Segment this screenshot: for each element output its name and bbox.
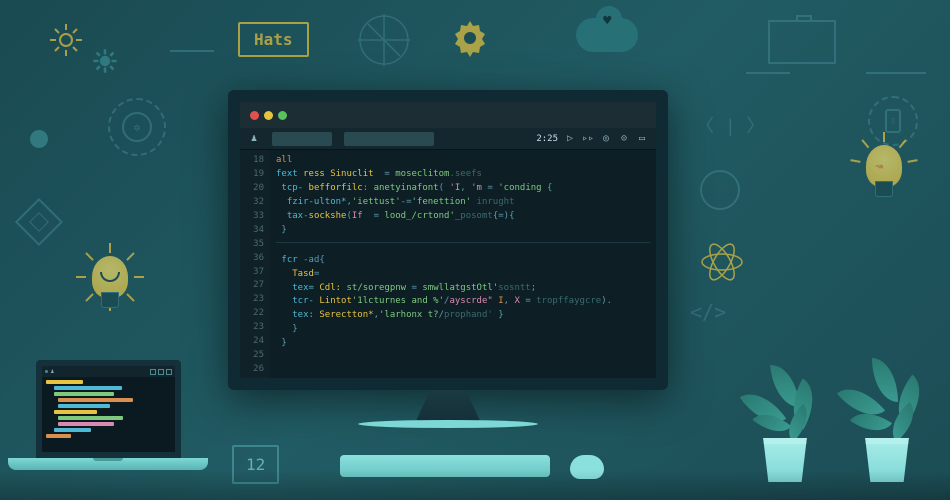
- play-icon: ▷: [564, 133, 576, 145]
- code-editor: 18192032333435363727232223242526 all fex…: [240, 150, 656, 378]
- diamond-icon: [22, 205, 56, 239]
- laptop: ♟: [8, 360, 208, 470]
- monitor-screen: ♟ 2:25 ▷ ▹▹ ◎ ⊝ ▭ 1819203233343536372723…: [228, 90, 668, 390]
- hats-badge: Hats: [238, 22, 309, 57]
- plant-right: [842, 356, 932, 482]
- skip-icon: ▹▹: [582, 133, 594, 145]
- target-icon: [358, 14, 410, 66]
- code-bracket-icon: </>: [690, 300, 726, 324]
- laptop-screen: ♟: [36, 360, 181, 458]
- stop-icon: ⊝: [618, 133, 630, 145]
- lightbulb-smile-icon: [92, 256, 128, 298]
- line-icon-2: [746, 72, 790, 74]
- window-titlebar: [240, 102, 656, 128]
- dashed-circle-icon: ✲: [108, 98, 166, 156]
- card-icon: [768, 20, 836, 64]
- editor-toolbar: ♟ 2:25 ▷ ▹▹ ◎ ⊝ ▭: [240, 128, 656, 150]
- gear-icon: [46, 20, 86, 60]
- refresh-circle-icon: [700, 170, 740, 210]
- lightbulb-chart-icon: ↝: [866, 145, 902, 187]
- line-gutter: 18192032333435363727232223242526: [240, 150, 270, 378]
- clock: 2:25: [536, 134, 558, 144]
- dot-icon: [30, 130, 48, 148]
- record-icon: ◎: [600, 133, 612, 145]
- bracket-icon: 〈 | 〉: [696, 112, 765, 138]
- desktop-monitor: ♟ 2:25 ▷ ▹▹ ◎ ⊝ ▭ 1819203233343536372723…: [228, 90, 668, 430]
- line-icon-3: [170, 50, 214, 52]
- line-icon: [866, 72, 926, 74]
- phone-icon-group: ▯: [868, 96, 918, 146]
- gear-yellow-icon: [450, 18, 490, 58]
- gear-small-icon: [92, 48, 118, 74]
- cloud-heart-icon: ♥: [576, 18, 638, 52]
- code-body: all fext ress Sinuclit = moseclitom.seef…: [270, 150, 656, 378]
- atom-icon: [700, 240, 744, 284]
- app-icon: ♟: [248, 133, 260, 145]
- plant-left: [740, 356, 830, 482]
- settings-icon: ▭: [636, 133, 648, 145]
- traffic-lights: [250, 111, 287, 120]
